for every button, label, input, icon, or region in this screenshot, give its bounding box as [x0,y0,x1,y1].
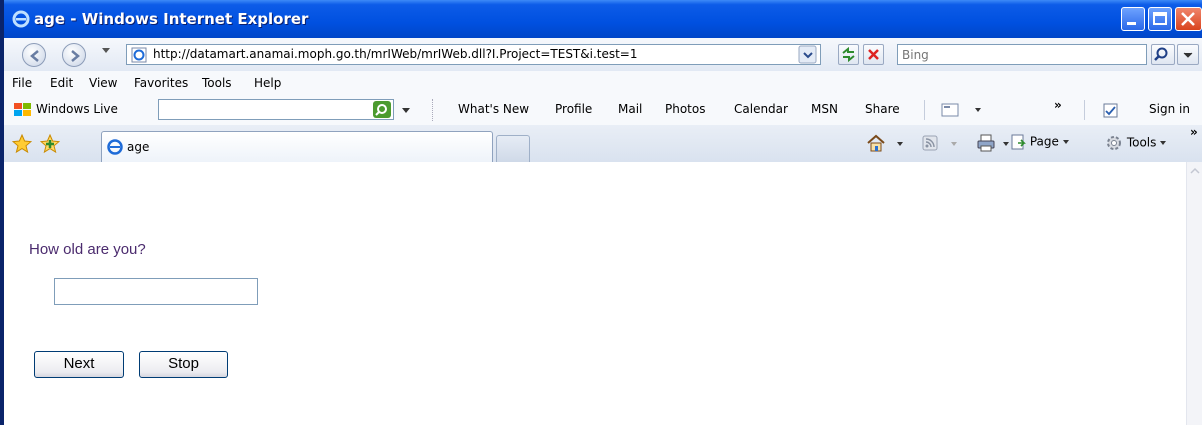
page-menu-button[interactable]: Page [1010,134,1069,150]
close-button[interactable] [1175,7,1202,31]
address-toolbar: http://datamart.anamai.moph.go.th/mrIWeb… [4,38,1202,72]
windows-live-search-button[interactable] [373,101,391,118]
search-options-button[interactable] [1177,44,1199,65]
stop-loading-button[interactable] [863,44,884,65]
maximize-button[interactable] [1148,7,1172,31]
menu-bar: File Edit View Favorites Tools Help [4,71,1202,95]
wl-link-mail[interactable]: Mail [618,102,642,116]
chevron-down-icon [1062,140,1069,144]
tools-menu-label: Tools [1126,135,1157,150]
address-url: http://datamart.anamai.moph.go.th/mrIWeb… [153,47,638,61]
add-favorite-icon[interactable] [40,134,60,154]
windows-live-logo-icon [14,103,31,116]
vertical-scrollbar[interactable] [1186,162,1202,425]
search-button[interactable] [1151,44,1175,65]
back-button[interactable] [22,43,46,67]
checkbox-icon[interactable] [1103,103,1119,118]
browser-window: age - Windows Internet Explorer http://d… [0,0,1202,425]
wl-link-profile[interactable]: Profile [555,102,592,116]
feeds-icon[interactable] [922,135,938,151]
menu-view[interactable]: View [89,76,117,90]
scroll-up-icon[interactable] [1189,164,1201,178]
favorites-star-icon[interactable] [12,134,32,154]
chevron-down-icon [951,142,957,146]
tab-label: age [127,140,150,154]
windows-live-search[interactable] [158,99,394,120]
menu-help[interactable]: Help [254,76,281,90]
ie-logo-icon [107,139,123,155]
stop-x-icon [868,49,879,60]
search-icon [1154,47,1168,61]
search-input[interactable] [902,46,1142,63]
chevron-down-icon [1183,52,1193,58]
search-icon [375,104,387,116]
toolbar-separator [1084,100,1085,120]
toolbar-options-icon[interactable] [941,103,961,117]
chevron-down-icon[interactable] [1003,142,1009,146]
menu-file[interactable]: File [12,76,32,90]
chevron-down-icon[interactable] [897,142,903,146]
title-bar[interactable]: age - Windows Internet Explorer [4,0,1202,38]
toolbar-overflow-icon[interactable]: » [1054,98,1062,112]
search-box[interactable] [897,44,1147,65]
minimize-icon [1127,22,1136,25]
back-arrow-icon [30,50,39,62]
command-overflow-icon[interactable]: » [1190,125,1198,139]
gear-icon [1107,136,1121,150]
stop-button[interactable]: Stop [139,351,228,378]
window-title: age - Windows Internet Explorer [34,10,309,28]
forward-arrow-icon [71,50,80,62]
page-menu-label: Page [1029,134,1059,149]
maximize-icon [1153,12,1167,25]
wl-link-photos[interactable]: Photos [665,102,705,116]
wl-link-calendar[interactable]: Calendar [734,102,788,116]
minimize-button[interactable] [1121,7,1145,31]
page-content: How old are you? Next Stop [4,162,1186,425]
ie-logo-icon [12,10,30,28]
windows-live-label[interactable]: Windows Live [36,102,118,116]
wl-link-share[interactable]: Share [865,102,900,116]
history-dropdown-icon[interactable] [102,48,110,53]
address-dropdown-button[interactable] [798,45,818,64]
menu-edit[interactable]: Edit [50,76,73,90]
close-icon [1181,12,1195,26]
question-text: How old are you? [29,241,146,258]
chevron-down-icon[interactable] [975,108,981,112]
chevron-down-icon [1160,141,1167,145]
refresh-icon [842,46,855,63]
menu-tools[interactable]: Tools [202,76,232,90]
next-button[interactable]: Next [34,351,124,378]
windows-live-search-dropdown-icon[interactable] [402,108,410,113]
toolbar-separator [924,100,925,120]
windows-live-toolbar: Windows Live What's New Profile Mail Pho… [4,95,1202,126]
tab-age[interactable]: age [101,131,493,162]
forward-button[interactable] [62,43,86,67]
wl-link-msn[interactable]: MSN [811,102,838,116]
chevron-down-icon [798,45,817,64]
print-icon[interactable] [976,134,996,152]
page-icon [1011,134,1026,150]
wl-link-whats-new[interactable]: What's New [458,102,529,116]
refresh-button[interactable] [838,44,859,65]
tools-menu-button[interactable]: Tools [1105,134,1167,152]
sign-in-link[interactable]: Sign in [1149,102,1190,116]
tab-bar: age Page Tools » [4,125,1202,163]
windows-live-search-input[interactable] [163,101,363,118]
new-tab-button[interactable] [496,135,530,162]
age-input[interactable] [54,278,258,305]
home-icon[interactable] [866,133,886,153]
ie-page-icon [131,47,147,63]
menu-favorites[interactable]: Favorites [134,76,188,90]
toolbar-separator [432,99,434,121]
address-bar[interactable]: http://datamart.anamai.moph.go.th/mrIWeb… [126,44,821,65]
